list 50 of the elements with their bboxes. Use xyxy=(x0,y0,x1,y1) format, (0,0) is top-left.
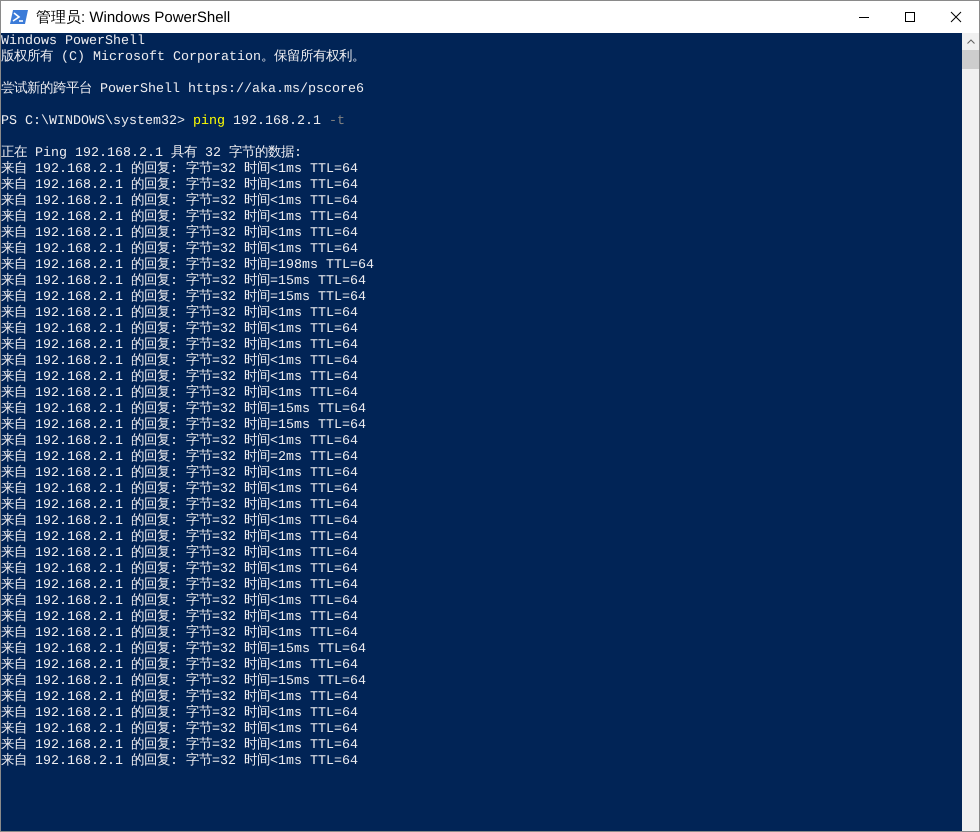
console-line: 来自 192.168.2.1 的回复: 字节=32 时间<1ms TTL=64 xyxy=(1,690,359,705)
console-line: 来自 192.168.2.1 的回复: 字节=32 时间<1ms TTL=64 xyxy=(1,482,359,497)
console-line: 来自 192.168.2.1 的回复: 字节=32 时间=15ms TTL=64 xyxy=(1,290,367,305)
console-line: 来自 192.168.2.1 的回复: 字节=32 时间=15ms TTL=64 xyxy=(1,274,367,289)
console-line: 来自 192.168.2.1 的回复: 字节=32 时间=198ms TTL=64 xyxy=(1,258,375,273)
scrollbar[interactable] xyxy=(962,33,979,831)
console-line: 来自 192.168.2.1 的回复: 字节=32 时间<1ms TTL=64 xyxy=(1,594,359,609)
console-line: 来自 192.168.2.1 的回复: 字节=32 时间=15ms TTL=64 xyxy=(1,674,367,689)
powershell-icon xyxy=(10,9,28,25)
console-line: 来自 192.168.2.1 的回复: 字节=32 时间<1ms TTL=64 xyxy=(1,530,359,545)
console-line: 来自 192.168.2.1 的回复: 字节=32 时间<1ms TTL=64 xyxy=(1,338,359,353)
console-line: 来自 192.168.2.1 的回复: 字节=32 时间<1ms TTL=64 xyxy=(1,514,359,529)
console-line: 来自 192.168.2.1 的回复: 字节=32 时间=15ms TTL=64 xyxy=(1,418,367,433)
console-line: 来自 192.168.2.1 的回复: 字节=32 时间<1ms TTL=64 xyxy=(1,226,359,241)
console-line: 尝试新的跨平台 PowerShell https://aka.ms/pscore6 xyxy=(1,82,365,98)
console-line: 来自 192.168.2.1 的回复: 字节=32 时间<1ms TTL=64 xyxy=(1,466,359,481)
console-line: 来自 192.168.2.1 的回复: 字节=32 时间<1ms TTL=64 xyxy=(1,754,359,770)
console-line: 正在 Ping 192.168.2.1 具有 32 字节的数据: xyxy=(1,146,303,161)
console-line: 来自 192.168.2.1 的回复: 字节=32 时间<1ms TTL=64 xyxy=(1,658,359,673)
console-line: 来自 192.168.2.1 的回复: 字节=32 时间<1ms TTL=64 xyxy=(1,210,359,225)
console-line: 来自 192.168.2.1 的回复: 字节=32 时间=2ms TTL=64 xyxy=(1,450,359,465)
console-line: 来自 192.168.2.1 的回复: 字节=32 时间<1ms TTL=64 xyxy=(1,722,359,737)
console-line: 来自 192.168.2.1 的回复: 字节=32 时间<1ms TTL=64 xyxy=(1,626,359,641)
console-line: 来自 192.168.2.1 的回复: 字节=32 时间<1ms TTL=64 xyxy=(1,434,359,449)
console-line: 来自 192.168.2.1 的回复: 字节=32 时间<1ms TTL=64 xyxy=(1,386,359,401)
console-line: 来自 192.168.2.1 的回复: 字节=32 时间<1ms TTL=64 xyxy=(1,498,359,513)
console-line: 来自 192.168.2.1 的回复: 字节=32 时间<1ms TTL=64 xyxy=(1,738,359,753)
caret-up-icon xyxy=(966,39,974,44)
console-line: 版权所有 (C) Microsoft Corporation。保留所有权利。 xyxy=(1,50,366,66)
console-line: 来自 192.168.2.1 的回复: 字节=32 时间<1ms TTL=64 xyxy=(1,370,359,385)
console-line: 来自 192.168.2.1 的回复: 字节=32 时间<1ms TTL=64 xyxy=(1,578,359,593)
console-line: 来自 192.168.2.1 的回复: 字节=32 时间<1ms TTL=64 xyxy=(1,242,359,257)
console-line: 来自 192.168.2.1 的回复: 字节=32 时间<1ms TTL=64 xyxy=(1,322,359,337)
window-title: 管理员: Windows PowerShell xyxy=(36,8,230,26)
console-line: 来自 192.168.2.1 的回复: 字节=32 时间<1ms TTL=64 xyxy=(1,178,359,193)
console-line: 来自 192.168.2.1 的回复: 字节=32 时间<1ms TTL=64 xyxy=(1,546,359,561)
close-icon xyxy=(950,11,962,23)
console-line: 来自 192.168.2.1 的回复: 字节=32 时间<1ms TTL=64 xyxy=(1,354,359,369)
console-line: 来自 192.168.2.1 的回复: 字节=32 时间<1ms TTL=64 xyxy=(1,194,359,209)
console-line: 来自 192.168.2.1 的回复: 字节=32 时间=15ms TTL=64 xyxy=(1,402,367,417)
scroll-thumb[interactable] xyxy=(962,50,979,69)
console-line: 来自 192.168.2.1 的回复: 字节=32 时间<1ms TTL=64 xyxy=(1,610,359,625)
console-line: 来自 192.168.2.1 的回复: 字节=32 时间<1ms TTL=64 xyxy=(1,706,359,721)
console-line: 来自 192.168.2.1 的回复: 字节=32 时间<1ms TTL=64 xyxy=(1,562,359,577)
maximize-icon xyxy=(904,11,916,23)
console-line: Windows PowerShell xyxy=(1,34,146,49)
console-line: 来自 192.168.2.1 的回复: 字节=32 时间<1ms TTL=64 xyxy=(1,306,359,321)
console-line: 来自 192.168.2.1 的回复: 字节=32 时间<1ms TTL=64 xyxy=(1,162,359,177)
command-line: PS C:\WINDOWS\system32> ping 192.168.2.1 -t xyxy=(1,114,346,130)
console-line: 来自 192.168.2.1 的回复: 字节=32 时间=15ms TTL=64 xyxy=(1,642,367,657)
